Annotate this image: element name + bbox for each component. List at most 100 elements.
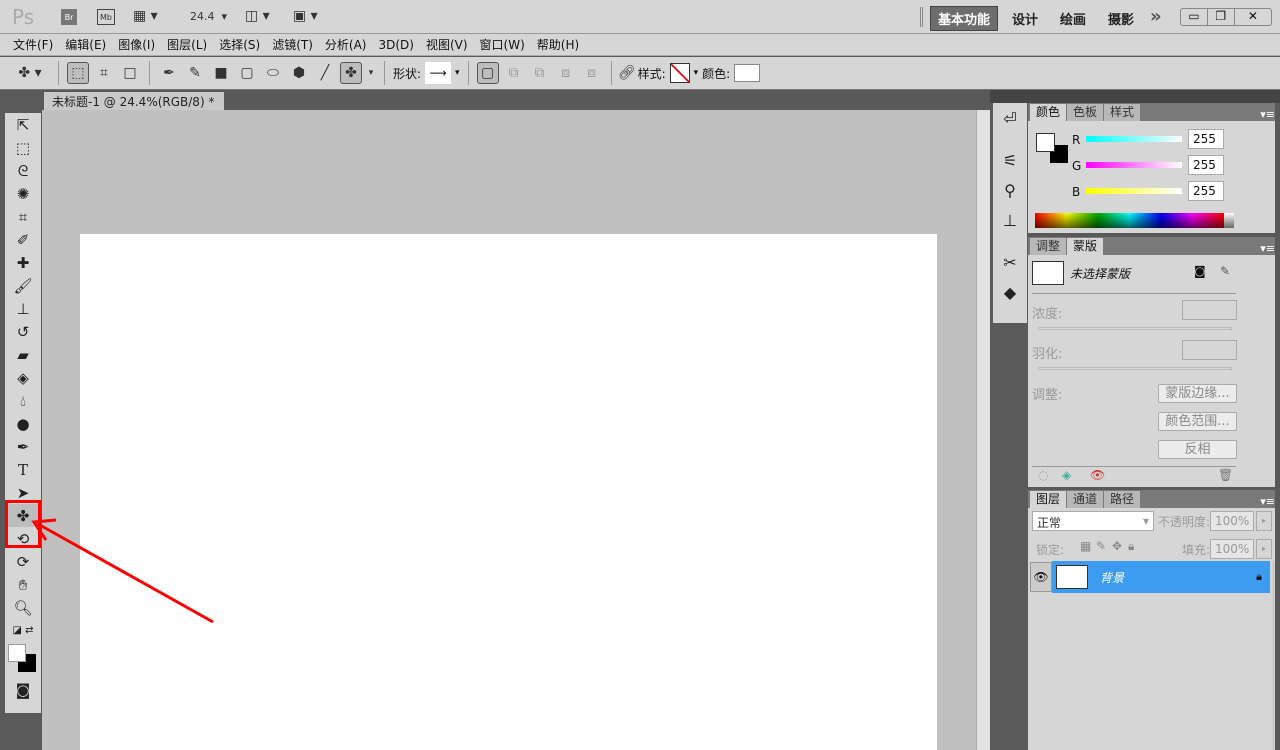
panel-dock-header [990,90,1280,103]
quick-mask-icon[interactable]: ◙ [5,678,41,701]
divider [1032,466,1236,467]
channel-b-input[interactable]: 255 [1188,181,1224,201]
channel-b-slider[interactable] [1086,188,1182,194]
fill-input[interactable]: 100% [1210,539,1254,559]
menu-3d[interactable]: 3D(D) [378,38,413,52]
foreground-color-swatch[interactable] [1036,133,1055,152]
channel-r-slider[interactable] [1086,136,1182,142]
lock-icon: 🔒︎ [1256,570,1262,583]
masks-panel: 调整 蒙版 ▾≡ 未选择蒙版 ◙ ✎ 浓度: 羽化: 调整: 蒙版边缘... 颜… [1028,237,1275,487]
divider [1032,293,1236,294]
channel-g-slider[interactable] [1086,162,1182,168]
add-to-shape-icon[interactable]: ⧉ [503,62,525,84]
history-icon[interactable]: ⏎ [993,103,1027,133]
density-slider[interactable] [1038,327,1232,330]
lock-image-icon[interactable]: ✎ [1096,539,1106,553]
channel-g-input[interactable]: 255 [1188,155,1224,175]
blend-mode-select[interactable]: 正常 ▾ [1032,511,1154,531]
color-swatch[interactable] [734,64,761,82]
channel-r-label: R [1072,133,1081,147]
tab-masks[interactable]: 蒙版 [1067,238,1104,255]
invert-button[interactable]: 反相 [1158,440,1237,459]
lock-position-icon[interactable]: ✥ [1112,539,1122,553]
fill-slider-button[interactable]: ▸ [1256,539,1272,559]
density-label: 浓度: [1032,307,1063,322]
delete-mask-icon[interactable]: 🗑︎ [1218,468,1233,482]
tab-channels[interactable]: 通道 [1067,491,1104,508]
link-icon[interactable]: 🔗︎ [618,62,636,84]
restore-button[interactable]: ❐ [1208,9,1235,25]
feather-input[interactable] [1182,340,1237,360]
color-range-button[interactable]: 颜色范围... [1158,412,1237,431]
load-selection-icon[interactable]: ◌ [1038,468,1048,482]
channel-r-input[interactable]: 255 [1188,129,1224,149]
tab-swatches[interactable]: 色板 [1067,104,1104,121]
clone-source-icon[interactable]: ⊥ [993,205,1027,235]
more-workspaces[interactable]: » [1150,6,1162,27]
channel-b-label: B [1072,185,1081,199]
vector-mask-icon[interactable]: ✎ [1220,264,1230,278]
lock-transparent-icon[interactable]: ▦ [1080,539,1091,553]
workspace-essentials[interactable]: 基本功能 [930,6,999,31]
brushes-icon[interactable]: ⚲ [993,175,1027,205]
visibility-eye-icon[interactable]: 👁︎ [1030,562,1052,592]
tab-paths[interactable]: 路径 [1104,491,1141,508]
tab-color[interactable]: 颜色 [1030,104,1067,121]
menu-filter[interactable]: 滤镜(T) [272,36,313,53]
mask-status: 未选择蒙版 [1070,267,1131,281]
style-label: 样式: [637,66,666,81]
tab-layers[interactable]: 图层 [1030,491,1067,508]
opacity-slider-button[interactable]: ▸ [1256,511,1272,531]
shape-picker[interactable]: ⟶ [425,62,452,84]
3d-icon[interactable]: ◆ [993,277,1027,307]
custom-shape-icon[interactable]: ✤ [340,62,362,84]
style-picker[interactable] [669,63,690,83]
tab-adjustments[interactable]: 调整 [1030,238,1067,255]
lock-all-icon[interactable]: 🔒︎ [1128,539,1134,554]
color-label: 颜色: [702,66,731,81]
layer-row[interactable]: 👁︎ 背景 🔒︎ [1030,561,1270,593]
workspace-design[interactable]: 设计 [1012,9,1038,28]
divider [467,61,469,85]
opacity-input[interactable]: 100% [1210,511,1254,531]
brush-presets-icon[interactable]: ⚟ [993,145,1027,175]
menu-view[interactable]: 视图(V) [426,36,468,53]
workspace-photography[interactable]: 摄影 [1108,9,1134,28]
disable-mask-icon[interactable]: 👁︎ [1090,468,1105,482]
chevron-down-icon[interactable]: ▾ [694,68,699,78]
pixel-mask-icon[interactable]: ◙ [1194,264,1206,278]
mask-edge-button[interactable]: 蒙版边缘... [1158,384,1237,403]
color-panel: 颜色 色板 样式 ▾≡ R 255 G 255 B 255 [1028,103,1275,233]
menu-help[interactable]: 帮助(H) [537,36,579,53]
vertical-scrollbar[interactable] [976,110,990,750]
intersect-shape-icon[interactable]: ⧈ [555,62,577,84]
density-input[interactable] [1182,300,1237,320]
polygon-icon[interactable]: ⬢ [288,62,310,84]
tab-styles[interactable]: 样式 [1104,104,1141,121]
panel-menu-icon[interactable]: ▾≡ [1260,242,1275,255]
screen-mode-dropdown[interactable]: ▣ ▾ [293,8,318,24]
apply-mask-icon[interactable]: ◈ [1062,468,1071,482]
menu-analysis[interactable]: 分析(A) [325,36,367,53]
subtract-shape-icon[interactable]: ⧉ [529,62,551,84]
close-button[interactable]: ✕ [1235,9,1271,25]
menu-window[interactable]: 窗口(W) [480,36,525,53]
channel-g-label: G [1072,159,1082,173]
ellipse-icon[interactable]: ⬭ [262,62,284,84]
layer-thumbnail [1056,565,1088,589]
chevron-down-icon[interactable]: ▾ [455,68,460,78]
layers-scrollbar[interactable] [1272,561,1275,750]
new-shape-layer-icon[interactable]: ▢ [476,62,499,84]
line-icon[interactable]: ╱ [314,62,336,84]
color-spectrum-ramp[interactable] [1035,213,1234,228]
lock-label: 锁定: [1036,543,1065,557]
exclude-shape-icon[interactable]: ⧈ [581,62,603,84]
window-controls: ▭ ❐ ✕ [1180,8,1272,26]
tool-presets-icon[interactable]: ✂ [993,247,1027,277]
feather-slider[interactable] [1038,367,1232,370]
chevron-down-icon[interactable]: ▾ [366,62,376,84]
workspace-painting[interactable]: 绘画 [1060,9,1086,28]
panel-menu-icon[interactable]: ▾≡ [1260,495,1275,508]
panel-menu-icon[interactable]: ▾≡ [1260,108,1275,121]
minimize-button[interactable]: ▭ [1181,9,1208,25]
